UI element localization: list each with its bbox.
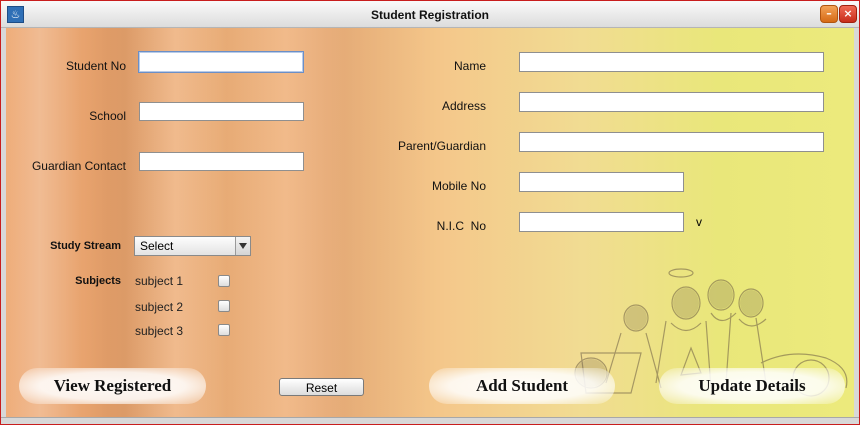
subject-1-label: subject 1	[135, 274, 184, 288]
subject-1-checkbox[interactable]	[218, 275, 230, 287]
school-label: School	[89, 109, 126, 123]
study-stream-selected: Select	[140, 239, 174, 253]
minimize-icon[interactable]: –	[820, 5, 838, 23]
form-panel	[6, 28, 854, 417]
bottom-border	[1, 417, 859, 424]
mobile-no-label: Mobile No	[431, 179, 486, 193]
guardian-contact-field[interactable]	[139, 152, 304, 171]
school-field[interactable]	[139, 102, 304, 121]
student-no-field[interactable]	[138, 51, 304, 73]
subject-3-checkbox[interactable]	[218, 324, 230, 336]
chevron-down-icon[interactable]	[235, 237, 250, 255]
subjects-label: Subjects	[75, 275, 121, 287]
subject-3-label: subject 3	[135, 324, 184, 338]
title-bar[interactable]: ♨ Student Registration – ×	[1, 1, 859, 28]
student-registration-window: ♨ Student Registration – × Student No Sc…	[0, 0, 860, 425]
student-no-label: Student No	[65, 59, 126, 73]
guardian-contact-label: Guardian Contact	[31, 159, 126, 173]
add-student-button[interactable]: Add Student	[429, 368, 615, 404]
mobile-no-field[interactable]	[519, 172, 684, 192]
parent-guardian-label: Parent/Guardian	[397, 139, 486, 153]
nic-no-field[interactable]	[519, 212, 684, 232]
nic-no-label: N.I.C No	[436, 219, 486, 233]
nic-suffix: v	[696, 215, 702, 229]
window-title: Student Registration	[370, 8, 489, 22]
study-stream-label: Study Stream	[50, 240, 121, 252]
subject-2-checkbox[interactable]	[218, 300, 230, 312]
reset-button[interactable]: Reset	[279, 378, 364, 396]
subject-2-label: subject 2	[135, 300, 184, 314]
close-icon[interactable]: ×	[839, 5, 857, 23]
parent-guardian-field[interactable]	[519, 132, 824, 152]
view-registered-button[interactable]: View Registered	[19, 368, 206, 404]
name-field[interactable]	[519, 52, 824, 72]
study-stream-select[interactable]: Select	[134, 236, 251, 256]
update-details-button[interactable]: Update Details	[659, 368, 845, 404]
address-field[interactable]	[519, 92, 824, 112]
name-label: Name	[453, 59, 486, 73]
address-label: Address	[441, 99, 486, 113]
